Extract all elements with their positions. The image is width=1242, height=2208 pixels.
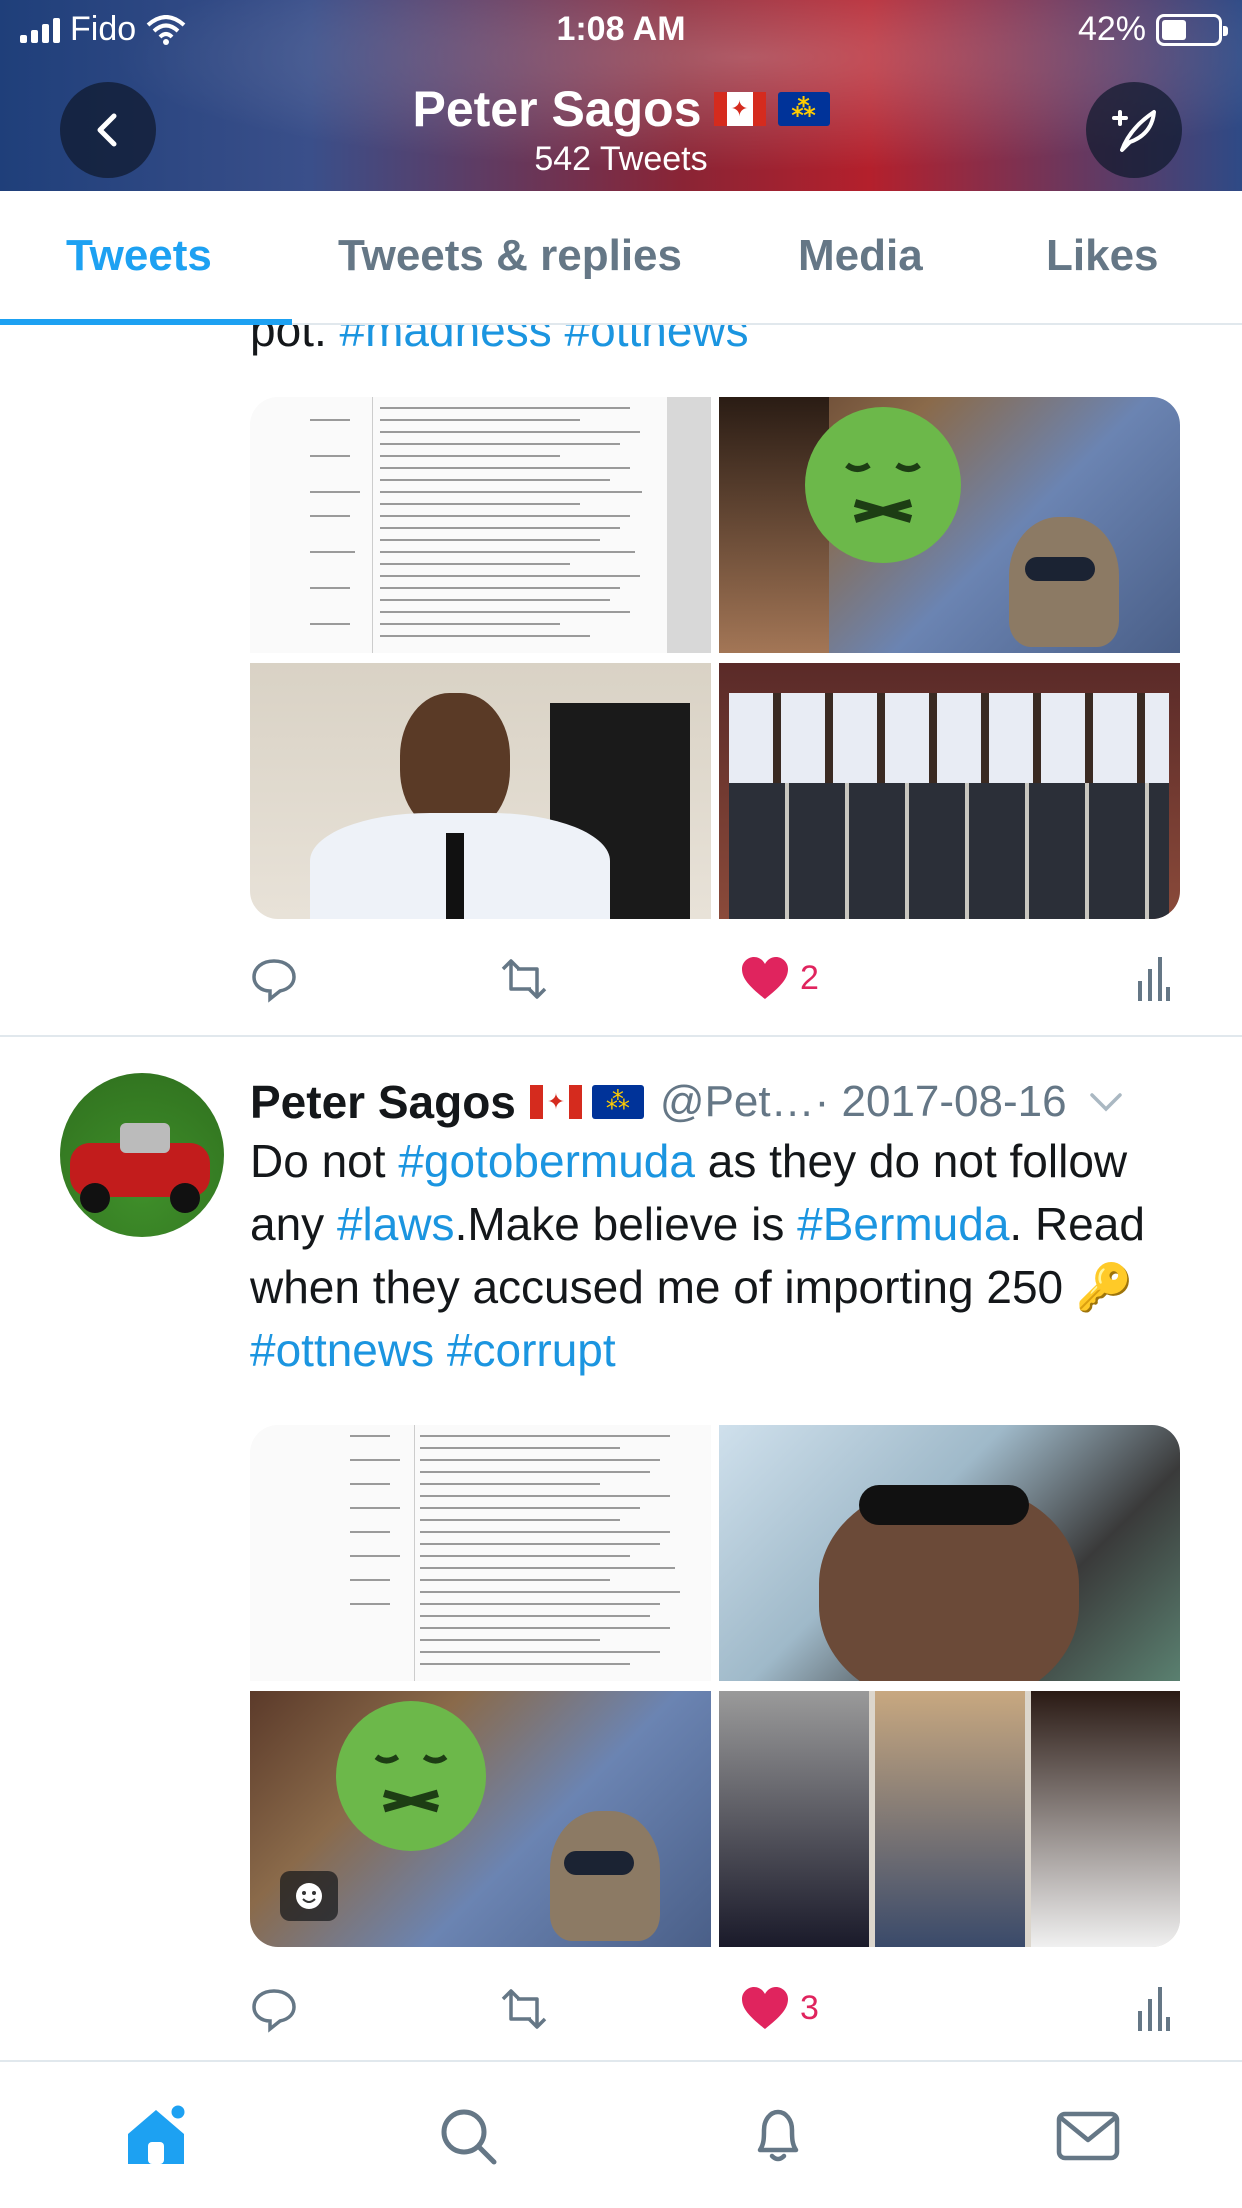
like-button[interactable]: 2 (740, 955, 819, 1001)
tab-tweets-and-replies[interactable]: Tweets & replies (338, 231, 682, 281)
photo-masked-person[interactable] (719, 397, 1180, 653)
key-emoji: 🔑 (1075, 1261, 1134, 1313)
document-image[interactable] (250, 397, 711, 653)
tab-likes[interactable]: Likes (1046, 231, 1159, 281)
retweet-button[interactable] (495, 955, 553, 1003)
tweet-text-fragment: pot. (250, 325, 340, 356)
tweet-date[interactable]: · 2017-08-16 (815, 1077, 1067, 1127)
photo-masked-person[interactable] (250, 1691, 711, 1947)
compose-feather-icon (1112, 110, 1156, 152)
nav-messages[interactable] (1052, 2100, 1124, 2172)
nav-notifications[interactable] (742, 2100, 814, 2172)
like-count: 2 (800, 958, 819, 997)
like-button[interactable]: 3 (740, 1985, 819, 2031)
hashtag-link[interactable]: #laws (337, 1198, 455, 1250)
search-icon (441, 2109, 497, 2165)
analytics-icon (1138, 1987, 1170, 2031)
status-time: 1:08 AM (556, 10, 686, 48)
photo-officer[interactable] (250, 663, 711, 919)
active-tab-indicator (0, 319, 292, 325)
hashtag-link[interactable]: #Bermuda (797, 1198, 1009, 1250)
heart-filled-icon (742, 957, 788, 999)
reply-button[interactable] (250, 955, 298, 1003)
nav-search[interactable] (432, 2100, 504, 2172)
tweet-actions: 3 (250, 1985, 1180, 2045)
profile-title: Peter Sagos 542 Tweets (0, 80, 1242, 179)
heart-filled-icon (742, 1987, 788, 2029)
hashtag-link[interactable]: #ottnews (565, 325, 749, 356)
eu-flag-icon (591, 1085, 644, 1119)
analytics-icon (1138, 957, 1170, 1001)
sick-emoji-sticker (805, 407, 961, 563)
document-image[interactable] (250, 1425, 711, 1681)
battery-icon (1156, 13, 1228, 46)
author-name[interactable]: Peter Sagos (250, 1075, 516, 1129)
tweet-actions: 2 (250, 955, 1180, 1015)
retweet-button[interactable] (495, 1985, 553, 2033)
retweet-icon (501, 1989, 547, 2029)
sticker-badge[interactable] (280, 1871, 338, 1921)
home-icon (128, 2102, 188, 2164)
photo-man-sunglasses[interactable] (719, 1425, 1180, 1681)
profile-name-row: Peter Sagos (412, 80, 830, 138)
hashtag-link[interactable]: #gotobermuda (398, 1135, 695, 1187)
mask-sticker (564, 1851, 634, 1875)
reply-icon (252, 959, 296, 1003)
hashtag-link[interactable]: #ottnews (250, 1324, 434, 1376)
avatar[interactable] (60, 1073, 224, 1237)
analytics-button[interactable] (1136, 955, 1170, 1001)
tab-tweets[interactable]: Tweets (66, 231, 212, 281)
canada-flag-icon (529, 1085, 582, 1119)
profile-header: Fido 1:08 AM 42% Peter Sagos 542 Tweets (0, 0, 1242, 191)
messages-icon (1056, 2111, 1120, 2161)
tweet-text-partial: pot. #madness #ottnews (250, 325, 749, 357)
author-handle[interactable]: @Pet… (660, 1077, 815, 1127)
eu-flag-icon (777, 92, 830, 126)
tweet-text-fragment: .Make believe is (454, 1198, 798, 1250)
hashtag-link[interactable]: #corrupt (447, 1324, 616, 1376)
tab-media[interactable]: Media (798, 231, 923, 281)
like-count: 3 (800, 1988, 819, 2027)
sunglasses (859, 1485, 1029, 1525)
tweet-text: Do not #gotobermuda as they do not follo… (250, 1130, 1180, 1382)
battery-percent: 42% (1077, 10, 1146, 48)
bottom-navigation (0, 2060, 1242, 2208)
battery-group: 42% (1077, 10, 1228, 49)
compose-tweet-button[interactable] (1086, 82, 1182, 178)
chevron-down-icon[interactable] (1089, 1091, 1123, 1113)
tweet-text-fragment: Do not (250, 1135, 399, 1187)
timeline[interactable]: pot. #madness #ottnews 2 Peter Sagos ✦ ⁂… (0, 325, 1242, 2060)
retweet-icon (501, 959, 547, 999)
tweet-count: 542 Tweets (534, 140, 708, 178)
canada-flag-icon (713, 92, 766, 126)
hashtag-link[interactable]: #madness (340, 325, 552, 356)
reply-icon (252, 1989, 296, 2033)
analytics-button[interactable] (1136, 1985, 1170, 2031)
mask-sticker (1025, 557, 1095, 581)
reply-button[interactable] (250, 1985, 298, 2033)
tweet-divider (0, 1035, 1242, 1037)
nav-home[interactable] (120, 2100, 192, 2172)
status-bar: Fido 1:08 AM 42% (0, 0, 1242, 62)
profile-tabs: Tweets Tweets & replies Media Likes (0, 191, 1242, 325)
profile-name: Peter Sagos (412, 81, 702, 137)
notifications-icon (757, 2109, 799, 2162)
tweet-media-grid[interactable] (250, 1425, 1180, 1947)
photo-three-people[interactable] (719, 1691, 1180, 1947)
tweet-header: Peter Sagos @Pet… · 2017-08-16 (250, 1067, 1190, 1137)
smiley-icon (296, 1883, 322, 1909)
tweet-media-grid[interactable] (250, 397, 1180, 919)
photo-group[interactable] (719, 663, 1180, 919)
sick-emoji-sticker (336, 1701, 486, 1851)
